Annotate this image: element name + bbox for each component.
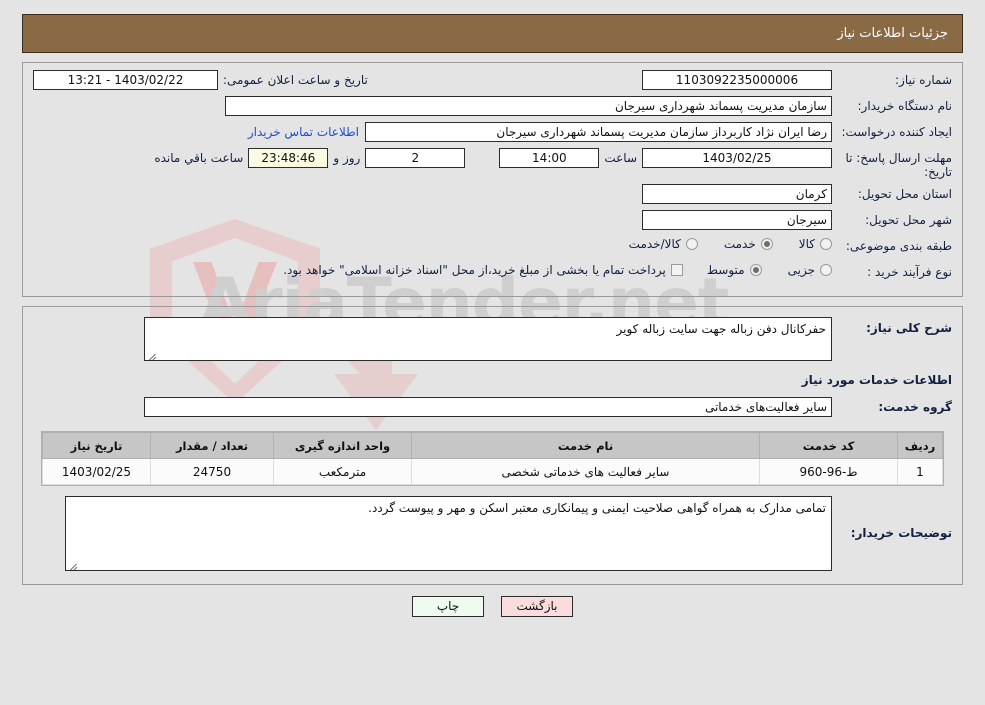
row-city: شهر محل تحویل: سیرجان [33, 210, 952, 231]
remaining-days-value: 2 [365, 148, 466, 168]
row-process-type: نوع فرآیند خرید : جزیی متوسط پرداخت تمام… [33, 262, 952, 283]
resize-grip-icon[interactable] [147, 349, 157, 360]
buyer-notes-label: توضیحات خریدار: [850, 526, 952, 540]
category-radio-group: کالا خدمت کالا/خدمت [629, 236, 832, 251]
radio-circle-selected-icon [760, 238, 773, 250]
col-row-no: ردیف [897, 432, 943, 459]
cell-service-code: ط-96-960 [759, 458, 898, 485]
days-and-label: روز و [333, 151, 361, 165]
buyer-contact-link[interactable]: اطلاعات تماس خریدار [242, 122, 365, 139]
checkbox-icon [670, 264, 683, 276]
creator-label: ایجاد کننده درخواست: [841, 125, 952, 139]
public-announce-label: تاریخ و ساعت اعلان عمومی: [223, 73, 368, 87]
process-radio-group: جزیی متوسط [707, 262, 832, 277]
process-option-label: جزیی [787, 263, 815, 277]
buyer-org-label: نام دستگاه خریدار: [857, 99, 953, 113]
creator-value: رضا ایران نژاد کاربرداز سازمان مدیریت پس… [365, 122, 832, 142]
process-type-label: نوع فرآیند خرید : [867, 265, 952, 279]
category-radio-kala-khedmat[interactable]: کالا/خدمت [629, 237, 698, 251]
general-description-label: شرح کلی نیاز: [866, 321, 952, 335]
need-info-panel: شماره نیاز: 1103092235000006 تاریخ و ساع… [22, 62, 963, 297]
row-province: استان محل تحویل: کرمان [33, 184, 952, 205]
deadline-label: مهلت ارسال پاسخ: تا تاریخ: [845, 151, 952, 179]
cell-service-name: سایر فعالیت های خدماتی شخصی [411, 458, 760, 485]
buyer-notes-textarea[interactable]: تمامی مدارک به همراه گواهی صلاحیت ایمنی … [65, 496, 832, 571]
general-description-value: حفرکانال دفن زباله جهت سایت زباله کویر [616, 322, 827, 336]
buyer-notes-value: تمامی مدارک به همراه گواهی صلاحیت ایمنی … [368, 501, 826, 515]
table-header-row: ردیف کد خدمت نام خدمت واحد اندازه گیری ت… [42, 432, 943, 459]
province-label: استان محل تحویل: [857, 187, 952, 201]
radio-circle-icon [685, 238, 698, 250]
cell-row-no: 1 [897, 458, 943, 485]
process-radio-jozii[interactable]: جزیی [788, 263, 832, 277]
col-quantity: تعداد / مقدار [150, 432, 274, 459]
service-group-label: گروه خدمت: [878, 400, 952, 414]
cell-quantity: 24750 [150, 458, 274, 485]
table-row: 1 ط-96-960 سایر فعالیت های خدماتی شخصی م… [42, 458, 943, 485]
radio-circle-icon [820, 238, 832, 250]
general-description-textarea[interactable]: حفرکانال دفن زباله جهت سایت زباله کویر [144, 317, 832, 361]
remaining-label: ساعت باقي مانده [154, 151, 244, 165]
buyer-org-value: سازمان مدیریت پسماند شهرداری سیرجان [225, 96, 832, 116]
radio-circle-selected-icon [749, 264, 762, 276]
need-details-panel: شرح کلی نیاز: حفرکانال دفن زباله جهت سای… [22, 306, 963, 585]
process-radio-motavaset[interactable]: متوسط [707, 263, 762, 277]
category-radio-khedmat[interactable]: خدمت [724, 237, 773, 251]
city-label: شهر محل تحویل: [865, 213, 952, 227]
category-option-label: کالا [798, 237, 815, 251]
row-deadline: مهلت ارسال پاسخ: تا تاریخ: 1403/02/25 سا… [33, 148, 952, 179]
category-label: طبقه بندی موضوعی: [845, 239, 952, 253]
col-service-name: نام خدمت [411, 432, 760, 459]
row-buyer-notes: توضیحات خریدار: تمامی مدارک به همراه گوا… [33, 496, 952, 571]
row-general-description: شرح کلی نیاز: حفرکانال دفن زباله جهت سای… [33, 317, 952, 361]
row-need-number: شماره نیاز: 1103092235000006 تاریخ و ساع… [33, 70, 952, 91]
print-button[interactable]: چاپ [412, 596, 484, 617]
row-category: طبقه بندی موضوعی: کالا خدمت کالا/خدمت [33, 236, 952, 257]
row-creator: ایجاد کننده درخواست: رضا ایران نژاد کارب… [33, 122, 952, 143]
col-unit: واحد اندازه گیری [273, 432, 412, 459]
page-header: جزئیات اطلاعات نیاز [22, 14, 963, 53]
col-need-date: تاریخ نیاز [42, 432, 151, 459]
province-value: کرمان [642, 184, 832, 204]
cell-need-date: 1403/02/25 [42, 458, 151, 485]
cell-unit: مترمکعب [273, 458, 412, 485]
page-title: جزئیات اطلاعات نیاز [837, 26, 948, 41]
services-section-title: اطلاعات خدمات مورد نیاز [801, 373, 952, 387]
category-radio-kala[interactable]: کالا [799, 237, 832, 251]
need-number-label: شماره نیاز: [895, 73, 952, 87]
deadline-date-value: 1403/02/25 [642, 148, 832, 168]
category-option-label: کالا/خدمت [628, 237, 681, 251]
back-button[interactable]: بازگشت [501, 596, 573, 617]
treasury-bond-label: پرداخت تمام یا بخشی از مبلغ خرید،از محل … [283, 263, 666, 277]
services-table: ردیف کد خدمت نام خدمت واحد اندازه گیری ت… [42, 432, 943, 485]
category-option-label: خدمت [723, 237, 756, 251]
resize-grip-icon[interactable] [68, 559, 78, 570]
need-number-value: 1103092235000006 [642, 70, 832, 90]
row-buyer-org: نام دستگاه خریدار: سازمان مدیریت پسماند … [33, 96, 952, 117]
treasury-bond-checkbox[interactable]: پرداخت تمام یا بخشی از مبلغ خرید،از محل … [283, 262, 683, 277]
services-table-wrapper: ردیف کد خدمت نام خدمت واحد اندازه گیری ت… [41, 431, 944, 486]
time-label: ساعت [604, 151, 637, 165]
footer-actions: بازگشت چاپ [0, 596, 985, 617]
col-service-code: کد خدمت [759, 432, 898, 459]
deadline-time-value: 14:00 [499, 148, 600, 168]
row-service-group: گروه خدمت: سایر فعالیت‌های خدماتی [33, 397, 952, 418]
public-announce-value: 1403/02/22 - 13:21 [33, 70, 218, 90]
process-option-label: متوسط [706, 263, 745, 277]
city-value: سیرجان [642, 210, 832, 230]
radio-circle-icon [820, 264, 832, 276]
countdown-value: 23:48:46 [248, 148, 329, 168]
service-group-value: سایر فعالیت‌های خدماتی [144, 397, 832, 417]
